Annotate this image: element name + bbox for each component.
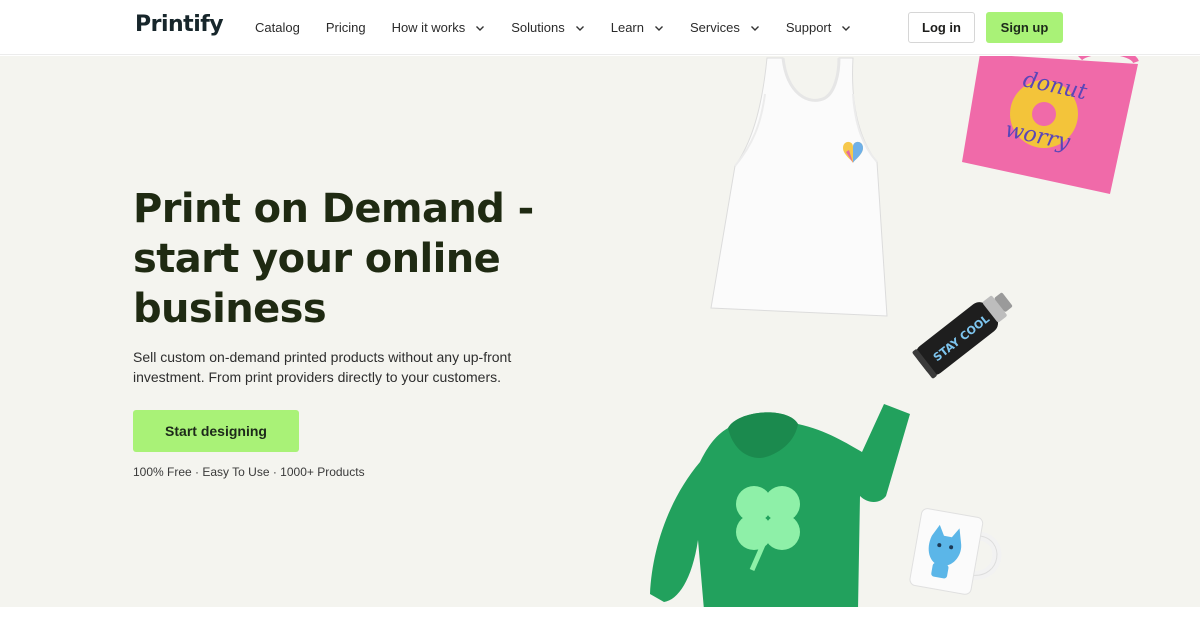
signup-button[interactable]: Sign up: [986, 12, 1063, 43]
nav-item-solutions[interactable]: Solutions: [511, 20, 584, 35]
hero-section: Print on Demand - start your online busi…: [0, 56, 1200, 607]
hero-title: Print on Demand - start your online busi…: [133, 184, 573, 334]
printify-logo[interactable]: Printify: [135, 12, 224, 37]
nav-item-services[interactable]: Services: [690, 20, 760, 35]
nav-item-label: How it works: [391, 20, 466, 35]
nav-item-catalog[interactable]: Catalog: [255, 20, 300, 35]
start-designing-button[interactable]: Start designing: [133, 410, 299, 452]
chevron-down-icon: [476, 25, 485, 31]
nav-item-label: Solutions: [511, 20, 565, 35]
nav-item-support[interactable]: Support: [786, 20, 852, 35]
nav-item-label: Support: [785, 20, 832, 35]
main-nav: Catalog Pricing How it works Solutions L…: [255, 0, 877, 55]
water-bottle-image: STAY COOL: [912, 292, 1013, 379]
site-header: Printify Catalog Pricing How it works So…: [0, 0, 1200, 55]
chevron-down-icon: [654, 25, 663, 31]
tank-top-image: [710, 57, 888, 317]
nav-item-label: Learn: [610, 20, 644, 35]
hero-tagline: 100% Free · Easy To Use · 1000+ Products: [133, 465, 365, 479]
hero-subtitle: Sell custom on-demand printed products w…: [133, 349, 512, 385]
nav-item-label: Pricing: [325, 20, 366, 35]
tote-bag-image: donut worry: [962, 56, 1139, 194]
nav-item-learn[interactable]: Learn: [611, 20, 664, 35]
chevron-down-icon: [750, 25, 759, 31]
hoodie-image: [650, 404, 910, 607]
login-button[interactable]: Log in: [908, 12, 975, 43]
nav-item-pricing[interactable]: Pricing: [326, 20, 366, 35]
hero-title-line: start your online: [133, 236, 501, 282]
nav-item-label: Catalog: [255, 20, 300, 35]
chevron-down-icon: [842, 25, 851, 31]
chevron-down-icon: [575, 25, 584, 31]
nav-item-label: Services: [689, 20, 740, 35]
hero-title-line: business: [133, 286, 327, 332]
bottom-strip: [0, 607, 1200, 624]
hero-title-line: Print on Demand -: [133, 186, 534, 232]
nav-item-how-it-works[interactable]: How it works: [392, 20, 486, 35]
mug-image: [909, 508, 1002, 595]
